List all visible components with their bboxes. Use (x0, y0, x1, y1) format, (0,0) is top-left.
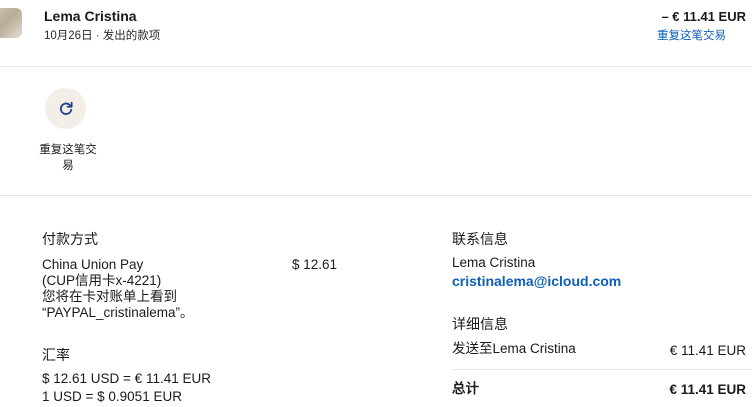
payment-method-details: China Union Pay (CUP信用卡x-4221) 您将在卡对账单上看… (42, 257, 194, 321)
total-label: 总计 (452, 381, 479, 396)
repeat-transaction-link[interactable]: 重复这笔交易 (657, 27, 726, 43)
sent-to-label: 发送至Lema Cristina (452, 341, 576, 356)
sent-amount: € 11.41 EUR (669, 343, 746, 358)
refresh-icon (57, 100, 75, 118)
divider (452, 369, 752, 370)
transaction-subtitle: 10月26日 · 发出的款项 (44, 30, 161, 42)
details-title: 详细信息 (452, 316, 508, 332)
divider (0, 66, 752, 67)
divider (0, 195, 752, 196)
payment-method-title: 付款方式 (42, 231, 98, 247)
payment-method-line: “PAYPAL_cristinalema”。 (42, 305, 194, 320)
contact-info-title: 联系信息 (452, 231, 508, 247)
total-amount: € 11.41 EUR (669, 382, 746, 397)
contact-email-link[interactable]: cristinalema@icloud.com (452, 273, 621, 289)
exchange-rate-line: $ 12.61 USD = € 11.41 EUR (42, 371, 211, 386)
exchange-rate-line: 1 USD = $ 0.9051 EUR (42, 389, 182, 404)
payment-method-line: China Union Pay (42, 257, 144, 272)
repeat-transaction-label: 重复这笔交易 (39, 144, 97, 172)
payment-method-line: 您将在卡对账单上看到 (42, 289, 177, 304)
transaction-amount: – € 11.41 EUR (661, 9, 746, 24)
payment-method-line: (CUP信用卡x-4221) (42, 273, 162, 288)
avatar (0, 8, 22, 38)
repeat-transaction-button[interactable] (45, 88, 86, 129)
counterparty-name: Lema Cristina (44, 8, 137, 24)
contact-name: Lema Cristina (452, 255, 536, 270)
exchange-rate-title: 汇率 (42, 347, 70, 363)
exchange-rate-details: $ 12.61 USD = € 11.41 EUR 1 USD = $ 0.90… (42, 370, 211, 406)
payment-amount: $ 12.61 (292, 257, 338, 272)
